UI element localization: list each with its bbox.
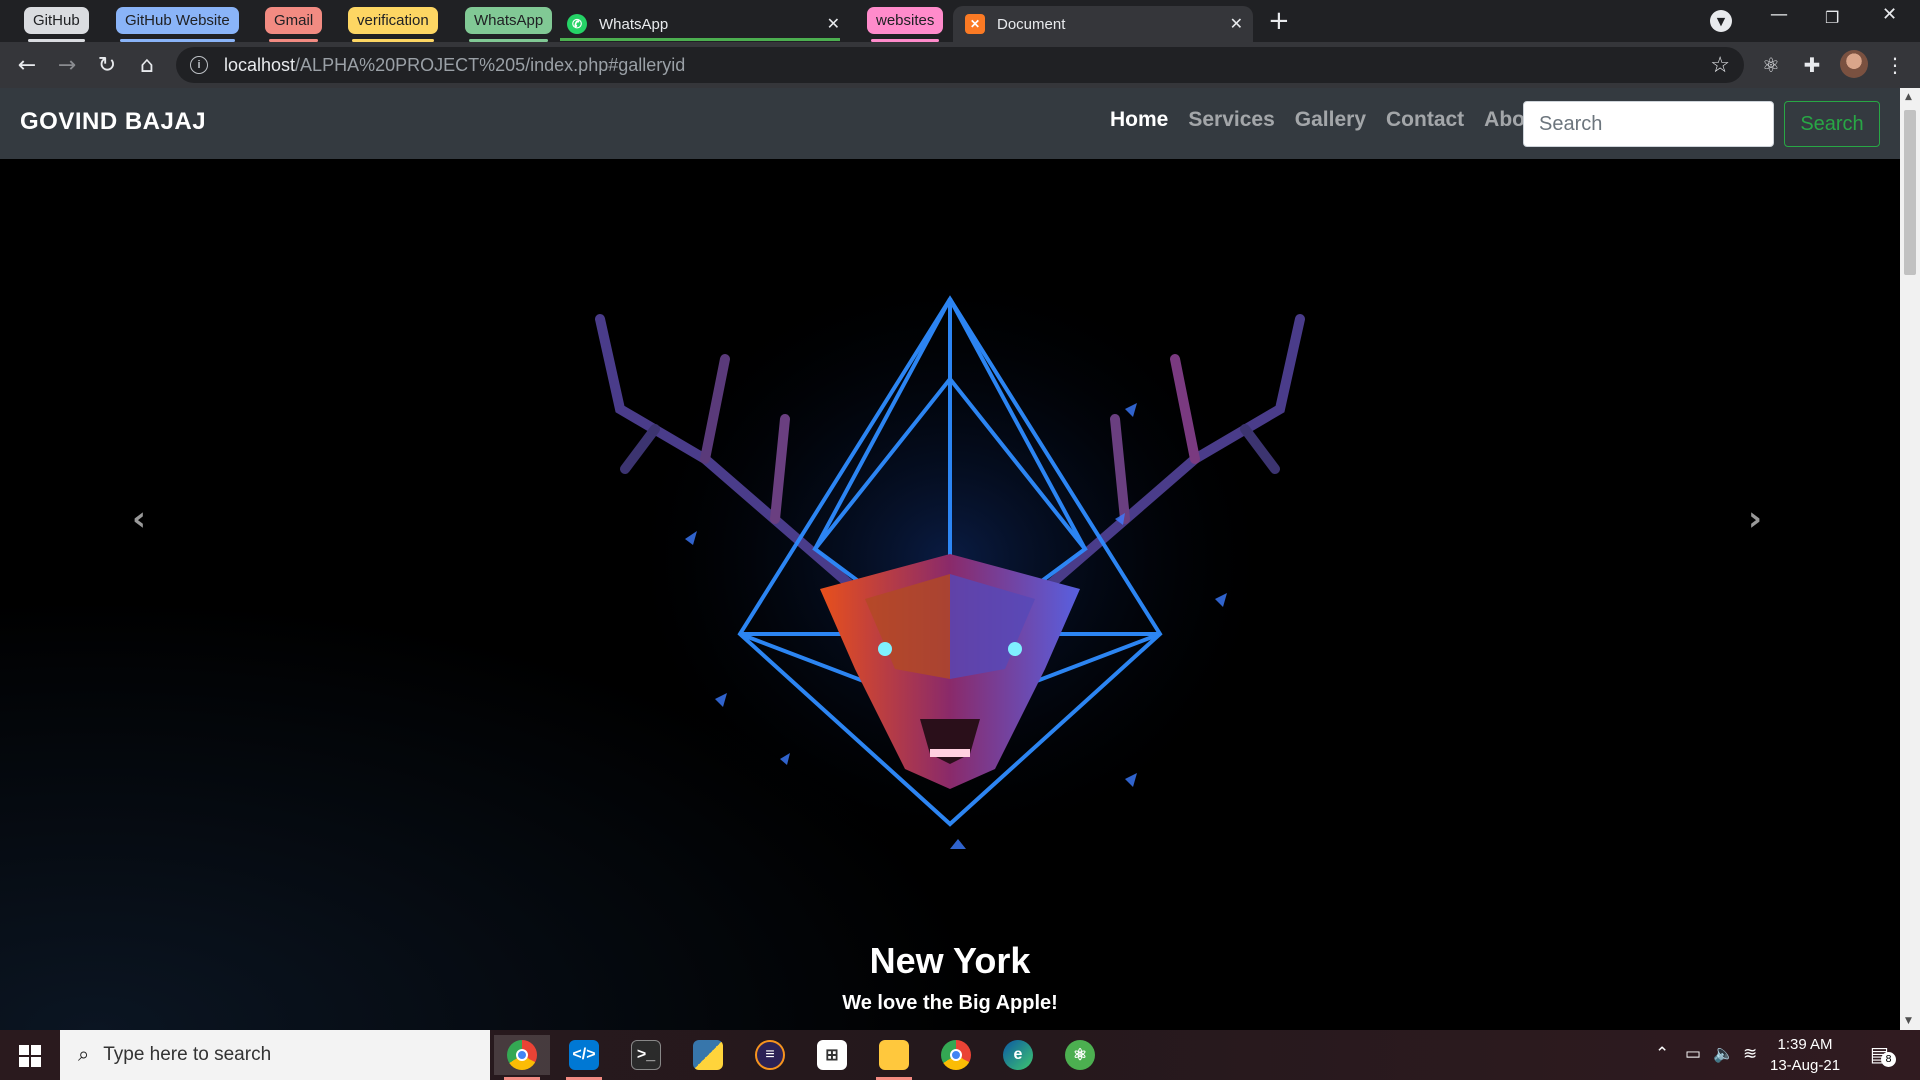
tab-title: Document	[997, 15, 1066, 33]
forward-icon[interactable]: →	[52, 50, 82, 80]
tab-group-gmail[interactable]: Gmail	[265, 7, 323, 42]
notification-center-icon[interactable]: ▤ 8	[1870, 1042, 1896, 1067]
battery-icon[interactable]: ▭	[1685, 1044, 1701, 1064]
taskbar-clock[interactable]: 1:39 AM 13-Aug-21	[1770, 1034, 1840, 1076]
taskbar-atom[interactable]: ⚛	[1052, 1035, 1108, 1075]
chevron-right-icon[interactable]: ›	[1748, 499, 1762, 539]
restore-icon[interactable]: ❐	[1825, 8, 1839, 27]
tab-group-github[interactable]: GitHub	[24, 7, 89, 42]
tab-search-icon[interactable]: ▼	[1710, 10, 1732, 32]
tab-group-label: GitHub Website	[125, 12, 230, 29]
browser-toolbar: ← → ↻ ⌂ i localhost/ALPHA%20PROJECT%205/…	[0, 42, 1920, 88]
edge-icon: e	[1003, 1040, 1033, 1070]
tab-group-underline	[560, 38, 840, 41]
browser-tab-strip: GitHub GitHub Website Gmail verification…	[0, 0, 1920, 42]
tab-group-verification[interactable]: verification	[348, 7, 438, 42]
wifi-icon[interactable]: ≋	[1743, 1044, 1757, 1064]
bookmark-star-icon[interactable]: ☆	[1710, 52, 1730, 78]
chrome-icon	[941, 1040, 971, 1070]
terminal-icon: >_	[631, 1040, 661, 1070]
minimize-icon[interactable]: —	[1770, 4, 1788, 25]
navbar-search-button[interactable]: Search	[1784, 101, 1880, 147]
nav-links: Home Services Gallery Contact About	[1100, 108, 1555, 132]
tab-whatsapp[interactable]: ✆ WhatsApp ✕	[555, 6, 850, 42]
whatsapp-icon: ✆	[567, 14, 587, 34]
carousel-slide-image	[595, 259, 1305, 859]
atom-icon: ⚛	[1065, 1040, 1095, 1070]
web-page: GOVIND BAJAJ Home Services Gallery Conta…	[0, 88, 1900, 1030]
address-bar[interactable]: i localhost/ALPHA%20PROJECT%205/index.ph…	[176, 47, 1744, 83]
taskbar-search-placeholder: Type here to search	[103, 1044, 272, 1065]
taskbar-vscode[interactable]: </>	[556, 1035, 612, 1080]
tab-group-whatsapp[interactable]: WhatsApp	[465, 7, 553, 42]
taskbar-search-box[interactable]: ⌕ Type here to search	[60, 1030, 490, 1080]
page-scrollbar[interactable]: ▲ ▼	[1900, 88, 1920, 1030]
site-navbar: GOVIND BAJAJ Home Services Gallery Conta…	[0, 88, 1900, 159]
close-tab-icon[interactable]: ✕	[827, 14, 840, 34]
back-icon[interactable]: ←	[12, 50, 42, 80]
url-path: /ALPHA%20PROJECT%205/index.php#galleryid	[295, 54, 686, 75]
carousel-caption-text: We love the Big Apple!	[842, 992, 1058, 1014]
close-tab-icon[interactable]: ✕	[1230, 14, 1243, 34]
tab-title: WhatsApp	[599, 15, 669, 33]
site-info-icon[interactable]: i	[190, 56, 208, 74]
search-icon: ⌕	[78, 1043, 90, 1066]
taskbar-store[interactable]: ⊞	[804, 1035, 860, 1075]
volume-icon[interactable]: 🔈	[1713, 1044, 1734, 1064]
eclipse-icon: ≡	[755, 1040, 785, 1070]
home-icon[interactable]: ⌂	[132, 50, 162, 80]
nav-link-gallery[interactable]: Gallery	[1285, 108, 1376, 132]
store-icon: ⊞	[817, 1040, 847, 1070]
scroll-up-icon[interactable]: ▲	[1905, 92, 1912, 102]
chevron-left-icon[interactable]: ‹	[132, 499, 146, 539]
taskbar-chrome[interactable]	[494, 1035, 550, 1080]
folder-icon	[879, 1040, 909, 1070]
navbar-brand[interactable]: GOVIND BAJAJ	[20, 108, 206, 136]
clock-date: 13-Aug-21	[1770, 1057, 1841, 1074]
taskbar-python[interactable]	[680, 1035, 736, 1075]
vscode-icon: </>	[569, 1040, 599, 1070]
tab-group-label: WhatsApp	[474, 12, 544, 29]
close-window-icon[interactable]: ✕	[1882, 4, 1897, 25]
tab-document[interactable]: ✕ Document ✕	[953, 6, 1253, 42]
extension-react-icon[interactable]: ⚛	[1756, 50, 1786, 80]
nav-link-contact[interactable]: Contact	[1376, 108, 1474, 132]
taskbar-chrome-profile[interactable]	[928, 1035, 984, 1075]
tab-group-label: Gmail	[274, 12, 314, 29]
new-tab-icon[interactable]: +	[1268, 6, 1290, 36]
taskbar-eclipse[interactable]: ≡	[742, 1035, 798, 1075]
navbar-search-input[interactable]: Search	[1523, 101, 1774, 147]
tab-group-label: GitHub	[33, 12, 80, 29]
xampp-icon: ✕	[965, 14, 985, 34]
nav-link-home[interactable]: Home	[1100, 108, 1178, 132]
taskbar-file-explorer[interactable]	[866, 1035, 922, 1080]
tab-group-websites[interactable]: websites	[867, 7, 944, 42]
nav-link-services[interactable]: Services	[1178, 108, 1284, 132]
carousel-caption-title: New York	[869, 940, 1031, 981]
tab-group-github-website[interactable]: GitHub Website	[116, 7, 239, 42]
scrollbar-thumb[interactable]	[1904, 110, 1916, 275]
image-carousel: ‹ › New York We love the Big Apple!	[0, 159, 1900, 1030]
chrome-icon	[507, 1040, 537, 1070]
menu-kebab-icon[interactable]: ⋮	[1880, 50, 1910, 80]
clock-time: 1:39 AM	[1777, 1036, 1833, 1053]
taskbar-edge[interactable]: e	[990, 1035, 1046, 1075]
tab-group-label: websites	[876, 12, 935, 29]
windows-taskbar: ⌕ Type here to search </> >_ ≡ ⊞ e ⚛ ⌃ ▭…	[0, 1030, 1920, 1080]
tab-group-label: verification	[357, 12, 429, 29]
profile-avatar[interactable]	[1840, 50, 1868, 78]
scroll-down-icon[interactable]: ▼	[1905, 1016, 1912, 1026]
notification-badge: 8	[1881, 1052, 1896, 1067]
url-host: localhost	[224, 54, 296, 75]
extensions-puzzle-icon[interactable]: ✚	[1797, 50, 1827, 80]
windows-start-icon[interactable]	[19, 1045, 41, 1067]
taskbar-terminal[interactable]: >_	[618, 1035, 674, 1075]
python-icon	[693, 1040, 723, 1070]
tray-overflow-icon[interactable]: ⌃	[1655, 1044, 1669, 1064]
reload-icon[interactable]: ↻	[92, 50, 122, 80]
